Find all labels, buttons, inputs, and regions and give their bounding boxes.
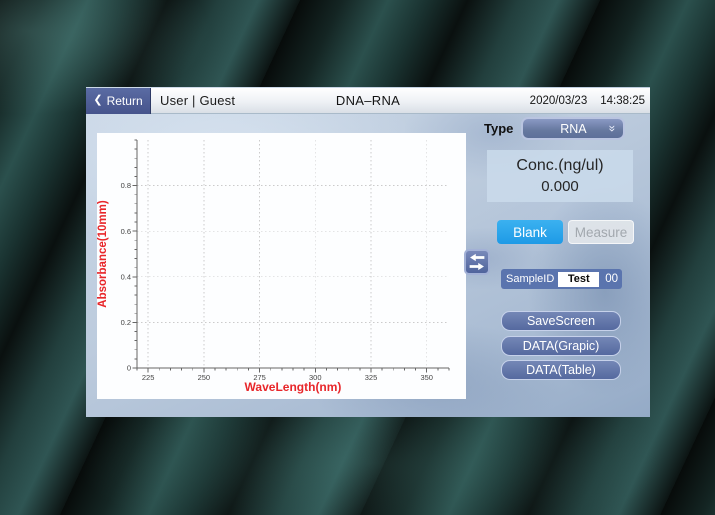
concentration-value: 0.000 [541,178,579,195]
svg-text:0.6: 0.6 [121,227,131,236]
sample-id-label: SampleID [506,273,554,285]
x-axis-label: WaveLength(nm) [245,380,342,394]
return-button[interactable]: ❮ Return [86,88,151,114]
blank-button[interactable]: Blank [497,220,563,244]
sample-id-input[interactable]: Test [558,272,599,287]
svg-text:0.2: 0.2 [121,318,131,327]
time-label: 14:38:25 [600,95,645,107]
concentration-display: Conc.(ng/ul) 0.000 [487,150,633,202]
swap-panel-button[interactable] [464,249,490,275]
measure-button[interactable]: Measure [568,220,634,244]
type-row: Type RNA » [484,117,634,140]
photo-background: ❮ Return User | Guest DNA–RNA 2020/03/23… [0,0,715,515]
svg-text:0.4: 0.4 [121,272,131,281]
type-dropdown[interactable]: RNA » [521,117,625,140]
absorbance-chart: 22525027530032535000.20.40.60.8WaveLengt… [97,133,466,399]
svg-text:225: 225 [142,373,155,382]
double-chevron-down-icon: » [606,125,618,132]
svg-text:350: 350 [420,373,433,382]
date-label: 2020/03/23 [530,95,588,107]
svg-text:250: 250 [198,373,211,382]
datetime-group: 2020/03/23 14:38:25 [530,95,650,107]
svg-text:325: 325 [365,373,378,382]
swap-arrows-icon [467,253,487,271]
save-screen-button[interactable]: SaveScreen [501,311,621,331]
top-bar: ❮ Return User | Guest DNA–RNA 2020/03/23… [86,88,650,114]
concentration-title: Conc.(ng/ul) [516,157,603,175]
data-table-button[interactable]: DATA(Table) [501,360,621,380]
type-dropdown-value: RNA [560,122,586,136]
back-chevron-icon: ❮ [93,95,102,106]
svg-text:0.8: 0.8 [121,181,131,190]
svg-text:0: 0 [127,364,131,373]
sample-id-number: 00 [605,273,618,285]
device-screen: ❮ Return User | Guest DNA–RNA 2020/03/23… [86,87,650,417]
user-status-label: User | Guest [160,93,235,108]
data-graphic-button[interactable]: DATA(Grapic) [501,336,621,356]
type-label: Type [484,121,513,136]
sample-id-bar: SampleID Test 00 [501,269,622,289]
y-axis-label: Absorbance(10mm) [97,200,109,308]
return-button-label: Return [107,94,143,108]
